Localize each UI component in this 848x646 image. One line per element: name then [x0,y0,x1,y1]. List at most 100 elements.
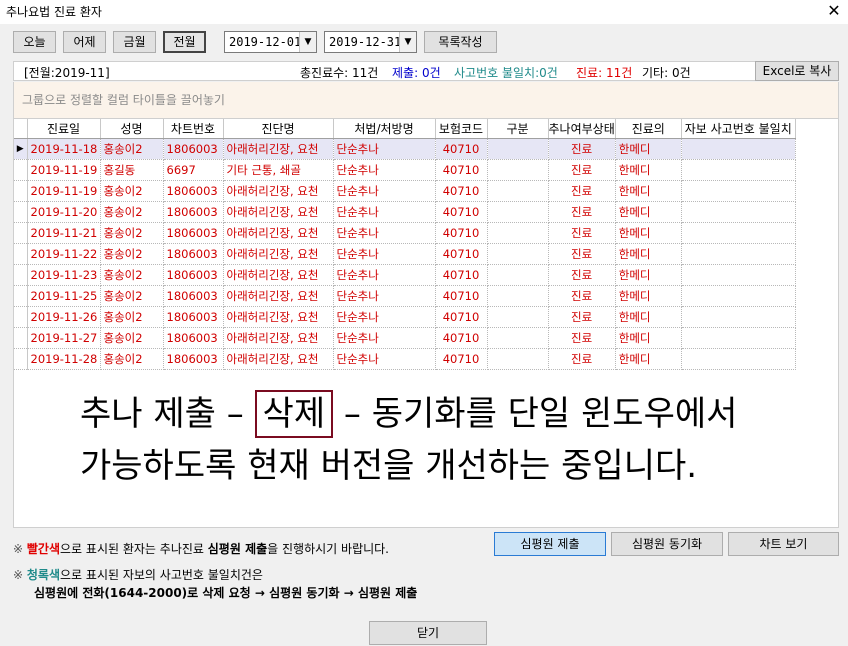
table-cell: 2019-11-18 [27,138,101,160]
window-title: 추나요법 진료 환자 [6,5,102,19]
note-text: 으로 표시된 환자는 추나진료 [60,542,208,556]
column-header[interactable]: 진료일 [27,119,101,139]
table-row[interactable]: 2019-11-20 홍송이2 1806003 아래허리긴장, 요천 단순추나 40710… [14,201,796,223]
table-cell [681,327,796,349]
grid-header-row: 진료일 성명 차트번호 진단명 처법/처방명 보험코드 구분 추나여부상태 진료… [14,119,796,139]
table-row[interactable]: 2019-11-19 홍송이2 1806003 아래허리긴장, 요천 단순추나 40710… [14,180,796,202]
announcement-text: 추나 제출 – 삭제 – 동기화를 단일 윈도우에서 가능하도록 현재 버전을 … [80,388,737,492]
table-cell: 진료 [548,285,616,307]
make-list-button[interactable]: 목록작성 [424,31,497,53]
table-cell: 홍송이2 [100,201,164,223]
table-cell [487,348,549,370]
column-header[interactable]: 구분 [487,119,549,139]
table-cell: 1806003 [163,222,224,244]
row-indicator-icon [14,201,28,223]
table-cell [681,243,796,265]
table-cell [681,222,796,244]
row-indicator-header [14,119,28,139]
table-cell: 홍송이2 [100,222,164,244]
table-row[interactable]: ▶ 2019-11-18 홍송이2 1806003 아래허리긴장, 요천 단순추나 4071… [14,138,796,160]
chart-view-button[interactable]: 차트 보기 [728,532,839,556]
date-from-select[interactable]: 2019-12-01 ▼ [224,31,317,53]
this-month-button[interactable]: 금월 [113,31,156,53]
row-indicator-icon [14,159,28,181]
table-cell: 진료 [548,159,616,181]
date-to-select[interactable]: 2019-12-31 ▼ [324,31,417,53]
table-cell: 진료 [548,201,616,223]
announcement-line-1: 추나 제출 – 삭제 – 동기화를 단일 윈도우에서 [80,388,737,440]
announcement-line-2: 가능하도록 현재 버전을 개선하는 중입니다. [80,446,698,486]
column-header[interactable]: 차트번호 [163,119,224,139]
table-row[interactable]: 2019-11-26 홍송이2 1806003 아래허리긴장, 요천 단순추나 40710… [14,306,796,328]
table-row[interactable]: 2019-11-21 홍송이2 1806003 아래허리긴장, 요천 단순추나 40710… [14,222,796,244]
mismatch-count: 사고번호 불일치:0건 [454,66,558,80]
table-cell: 아래허리긴장, 요천 [223,201,334,223]
sync-button[interactable]: 심평원 동기화 [611,532,723,556]
table-cell: 1806003 [163,348,224,370]
table-row[interactable]: 2019-11-22 홍송이2 1806003 아래허리긴장, 요천 단순추나 40710… [14,243,796,265]
table-row[interactable]: 2019-11-27 홍송이2 1806003 아래허리긴장, 요천 단순추나 40710… [14,327,796,349]
total-count: 총진료수: 11건 [300,66,379,80]
table-cell [681,264,796,286]
table-cell: 홍길동 [100,159,164,181]
close-button[interactable]: 닫기 [369,621,487,645]
column-header[interactable]: 처법/처방명 [333,119,436,139]
column-header[interactable]: 추나여부상태 [548,119,616,139]
table-cell [681,348,796,370]
table-row[interactable]: 2019-11-23 홍송이2 1806003 아래허리긴장, 요천 단순추나 40710… [14,264,796,286]
table-cell: 단순추나 [333,348,436,370]
column-header[interactable]: 진단명 [223,119,334,139]
table-cell [681,180,796,202]
row-indicator-icon [14,264,28,286]
table-cell: 2019-11-21 [27,222,101,244]
table-cell: 40710 [435,243,488,265]
excel-copy-button[interactable]: Excel로 복사 [755,61,839,81]
table-cell: 40710 [435,264,488,286]
table-cell: 단순추나 [333,201,436,223]
table-cell: 2019-11-28 [27,348,101,370]
table-cell: 아래허리긴장, 요천 [223,180,334,202]
submit-button[interactable]: 심평원 제출 [494,532,606,556]
table-cell: 단순추나 [333,327,436,349]
table-row[interactable]: 2019-11-25 홍송이2 1806003 아래허리긴장, 요천 단순추나 40710… [14,285,796,307]
table-cell: 한메디 [615,306,682,328]
column-header[interactable]: 진료의 [615,119,682,139]
announcement-part: – 동기화를 단일 윈도우에서 [333,394,738,434]
chevron-down-icon[interactable]: ▼ [299,32,316,52]
row-indicator-icon: ▶ [14,138,28,160]
table-cell: 홍송이2 [100,138,164,160]
group-by-area[interactable]: 그룹으로 정렬할 컬럼 타이틀을 끌어놓기 [13,82,839,118]
table-cell [681,306,796,328]
table-cell: 홍송이2 [100,327,164,349]
table-cell: 2019-11-25 [27,285,101,307]
table-cell: 2019-11-27 [27,327,101,349]
today-button[interactable]: 오늘 [13,31,56,53]
note-teal: ※ 청록색으로 표시된 자보의 사고번호 불일치건은 [13,566,263,583]
table-cell: 홍송이2 [100,264,164,286]
close-icon[interactable]: ✕ [824,0,844,22]
table-cell: 홍송이2 [100,243,164,265]
last-month-button[interactable]: 전월 [163,31,206,53]
table-cell: 아래허리긴장, 요천 [223,285,334,307]
table-cell [681,159,796,181]
table-row[interactable]: 2019-11-19 홍길동 6697 기타 근통, 쇄골 단순추나 40710 진료 한메디 [14,159,796,181]
table-cell [487,222,549,244]
table-cell: 단순추나 [333,180,436,202]
table-cell: 홍송이2 [100,285,164,307]
table-cell: 1806003 [163,201,224,223]
yesterday-button[interactable]: 어제 [63,31,106,53]
note-teal-color: 청록색 [26,568,61,582]
table-row[interactable]: 2019-11-28 홍송이2 1806003 아래허리긴장, 요천 단순추나 40710… [14,348,796,370]
table-cell: 한메디 [615,159,682,181]
group-by-hint: 그룹으로 정렬할 컬럼 타이틀을 끌어놓기 [22,93,225,107]
column-header[interactable]: 보험코드 [435,119,488,139]
column-header[interactable]: 성명 [100,119,164,139]
table-cell: 진료 [548,306,616,328]
table-cell: 진료 [548,264,616,286]
column-header[interactable]: 자보 사고번호 불일치 [681,119,796,139]
table-cell: 2019-11-19 [27,159,101,181]
table-cell [487,138,549,160]
table-cell: 단순추나 [333,285,436,307]
chevron-down-icon[interactable]: ▼ [399,32,416,52]
table-cell: 2019-11-20 [27,201,101,223]
